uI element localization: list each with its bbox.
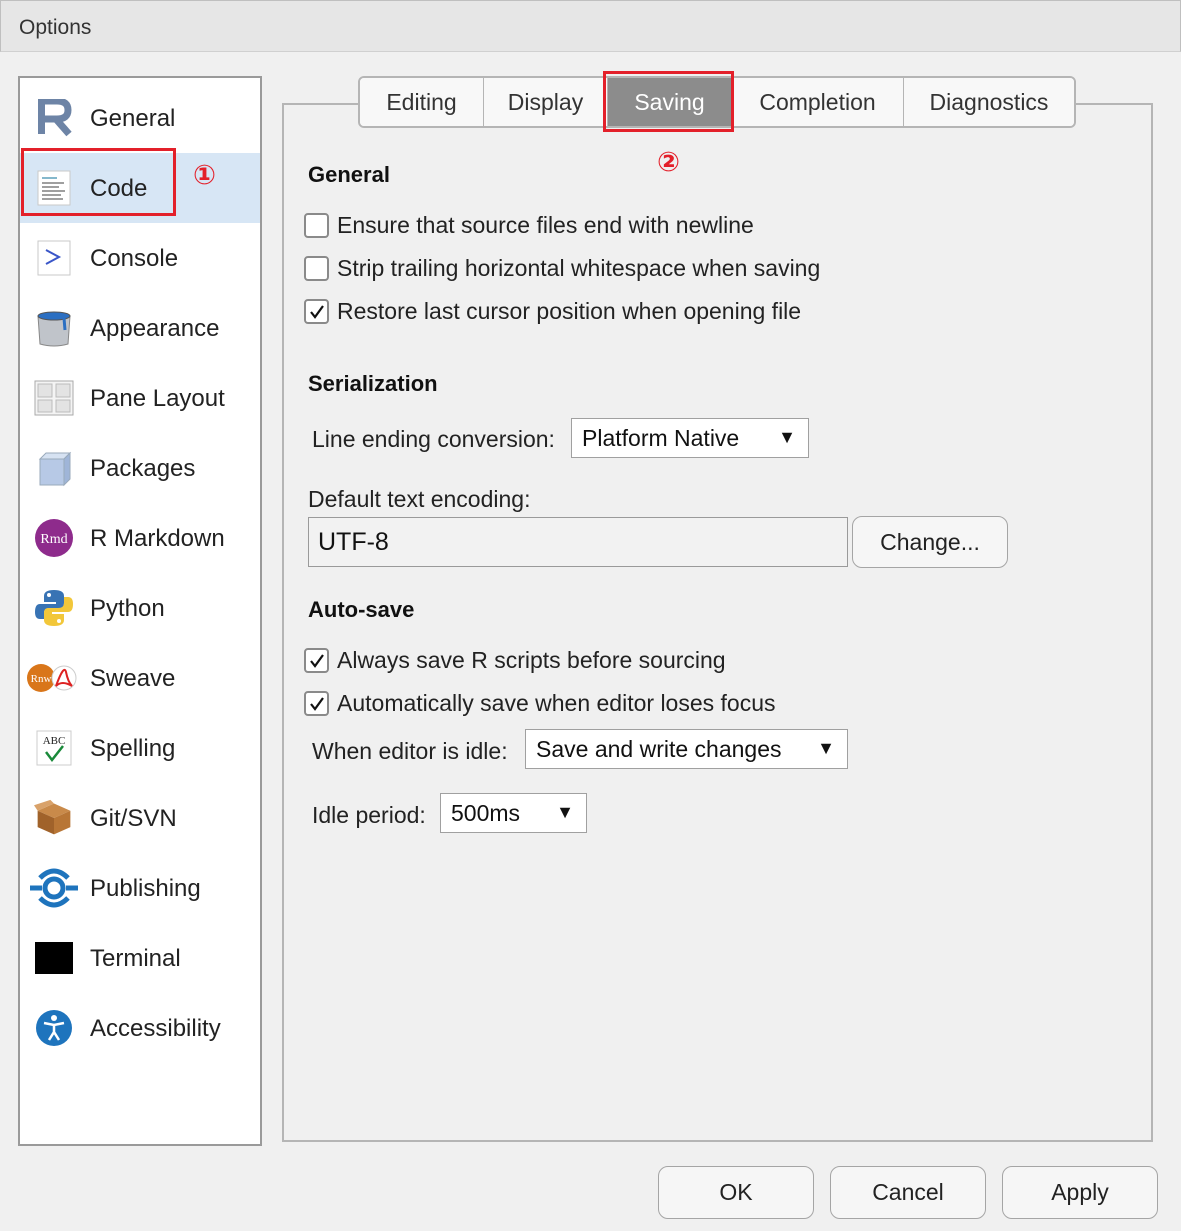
section-title-serialization: Serialization (308, 371, 438, 396)
sidebar-item-code[interactable]: Code (20, 153, 260, 223)
dropdown-arrow-icon: ▼ (817, 738, 835, 758)
sidebar-item-python[interactable]: Python (20, 573, 260, 643)
sidebar-item-label: R Markdown (90, 525, 225, 552)
select-value: Platform Native (582, 424, 740, 451)
sidebar-item-accessibility[interactable]: Accessibility (20, 993, 260, 1063)
pane-grid-icon (34, 378, 74, 418)
sidebar-item-label: Terminal (90, 945, 181, 972)
paint-bucket-icon (34, 308, 74, 348)
encoding-label: Default text encoding: (308, 486, 531, 512)
sidebar-item-sweave[interactable]: Rnw Sweave (20, 643, 260, 713)
package-cube-icon (34, 448, 74, 488)
sidebar-item-terminal[interactable]: Terminal (20, 923, 260, 993)
option-save-on-focus-loss[interactable]: Automatically save when editor loses foc… (304, 690, 776, 717)
code-file-icon (34, 168, 74, 208)
change-encoding-button[interactable]: Change... (852, 516, 1008, 568)
apply-button[interactable]: Apply (1002, 1166, 1158, 1219)
sidebar-item-label: Console (90, 245, 179, 272)
line-ending-select[interactable]: Platform Native ▼ (571, 418, 809, 458)
sidebar-item-packages[interactable]: Packages (20, 433, 260, 503)
sidebar-item-label: Sweave (90, 665, 176, 692)
sidebar-item-pane-layout[interactable]: Pane Layout (20, 363, 260, 433)
r-logo-icon (34, 98, 74, 138)
encoding-value: UTF-8 (318, 527, 389, 556)
idle-period-label: Idle period: (312, 802, 426, 828)
checkbox-checked[interactable] (304, 648, 329, 673)
section-title-general: General (308, 162, 390, 187)
idle-period-select[interactable]: 500ms ▼ (440, 793, 587, 833)
select-value: 500ms (451, 799, 521, 826)
checkmark-icon (309, 696, 324, 711)
rmd-icon: Rmd (34, 518, 74, 558)
sidebar-item-label: Spelling (90, 735, 176, 762)
python-icon (34, 588, 74, 628)
accessibility-icon (34, 1008, 74, 1048)
option-save-before-sourcing[interactable]: Always save R scripts before sourcing (304, 647, 726, 674)
ok-button[interactable]: OK (658, 1166, 814, 1219)
encoding-field[interactable]: UTF-8 (308, 517, 848, 567)
sidebar-item-publishing[interactable]: Publishing (20, 853, 260, 923)
checkbox[interactable] (304, 213, 329, 238)
sidebar-item-label: Python (90, 595, 165, 622)
sidebar-item-label: Accessibility (90, 1015, 221, 1042)
option-label: Ensure that source files end with newlin… (337, 212, 754, 238)
sidebar-item-appearance[interactable]: Appearance (20, 293, 260, 363)
checkmark-icon (309, 653, 324, 668)
git-box-icon (34, 798, 74, 838)
terminal-icon (34, 938, 74, 978)
sidebar-item-git-svn[interactable]: Git/SVN (20, 783, 260, 853)
dropdown-arrow-icon: ▼ (556, 802, 574, 822)
checkmark-icon (309, 304, 324, 319)
checkbox-checked[interactable] (304, 691, 329, 716)
tab-saving[interactable]: Saving (608, 78, 732, 126)
sidebar-item-console[interactable]: Console (20, 223, 260, 293)
option-strip-whitespace[interactable]: Strip trailing horizontal whitespace whe… (304, 255, 820, 282)
option-label: Restore last cursor position when openin… (337, 298, 802, 324)
idle-action-label: When editor is idle: (312, 738, 508, 764)
tab-editing[interactable]: Editing (360, 78, 484, 126)
sidebar-item-label: Publishing (90, 875, 201, 902)
idle-action-select[interactable]: Save and write changes ▼ (525, 729, 848, 769)
tab-diagnostics[interactable]: Diagnostics (904, 78, 1074, 126)
annotation-marker-1: ① (193, 160, 216, 190)
sidebar-item-spelling[interactable]: ABC Spelling (20, 713, 260, 783)
option-label: Always save R scripts before sourcing (337, 647, 726, 673)
sidebar-item-label: General (90, 105, 176, 132)
sidebar-item-label: Packages (90, 455, 196, 482)
cancel-button[interactable]: Cancel (830, 1166, 986, 1219)
dropdown-arrow-icon: ▼ (778, 427, 796, 447)
tab-bar: Editing Display Saving Completion Diagno… (358, 76, 1076, 128)
checkbox[interactable] (304, 256, 329, 281)
select-value: Save and write changes (536, 735, 782, 762)
checkbox-checked[interactable] (304, 299, 329, 324)
option-label: Strip trailing horizontal whitespace whe… (337, 255, 821, 281)
sidebar-item-label: Code (90, 175, 148, 202)
sidebar-item-label: Appearance (90, 315, 220, 342)
svg-text:Rnw: Rnw (31, 673, 52, 685)
window-title: Options (19, 16, 92, 39)
sidebar-item-r-markdown[interactable]: Rmd R Markdown (20, 503, 260, 573)
line-ending-label: Line ending conversion: (312, 426, 555, 452)
svg-text:Rmd: Rmd (40, 532, 67, 547)
sidebar-item-label: Git/SVN (90, 805, 177, 832)
sidebar-item-general[interactable]: General (20, 83, 260, 153)
option-ensure-newline[interactable]: Ensure that source files end with newlin… (304, 212, 754, 239)
title-bar: Options (0, 0, 1181, 52)
svg-text:ABC: ABC (43, 735, 66, 747)
console-prompt-icon (34, 238, 74, 278)
annotation-marker-2: ② (657, 147, 680, 177)
sweave-icon: Rnw (26, 658, 78, 698)
spelling-abc-icon: ABC (34, 728, 74, 768)
tab-completion[interactable]: Completion (732, 78, 904, 126)
publishing-icon (28, 868, 80, 908)
section-title-autosave: Auto-save (308, 597, 415, 622)
option-restore-cursor[interactable]: Restore last cursor position when openin… (304, 298, 801, 325)
tab-display[interactable]: Display (484, 78, 608, 126)
sidebar-item-label: Pane Layout (90, 385, 225, 412)
options-sidebar: General Code Console Appearance Pane Lay… (18, 76, 262, 1146)
option-label: Automatically save when editor loses foc… (337, 690, 776, 716)
